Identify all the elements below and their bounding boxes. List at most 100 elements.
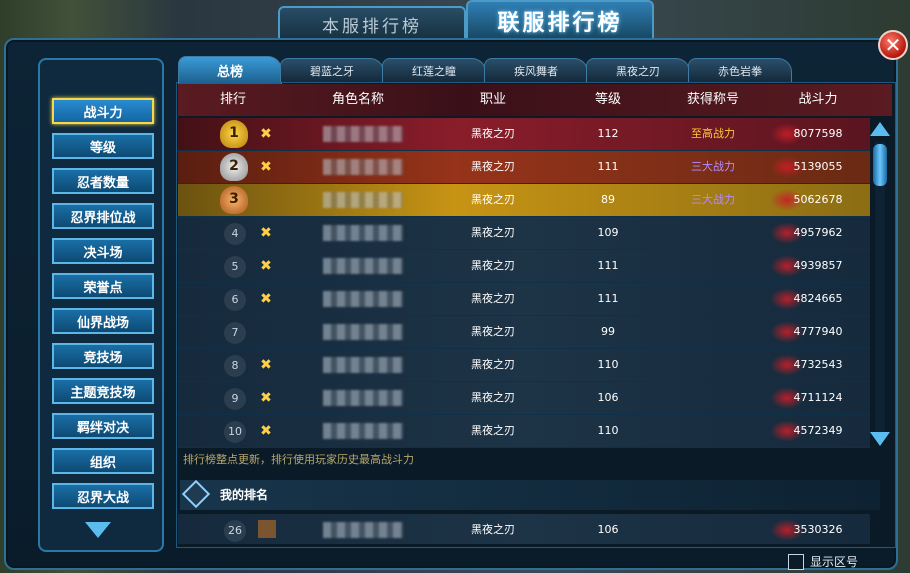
side-menu-item[interactable]: 羁绊对决 bbox=[52, 413, 154, 439]
header-title: 获得称号 bbox=[686, 92, 739, 107]
level-value: 111 bbox=[597, 259, 619, 272]
power-value: 4711124 bbox=[793, 391, 843, 404]
class-value: 黑夜之刃 bbox=[471, 292, 515, 305]
table-row[interactable]: 8 ✖ 黑夜之刃 110 4732543 bbox=[178, 349, 870, 382]
power-value: 4777940 bbox=[793, 325, 843, 338]
side-menu-item[interactable]: 忍界大战 bbox=[52, 483, 154, 509]
side-menu-item[interactable]: 主题竞技场 bbox=[52, 378, 154, 404]
close-button[interactable]: ✕ bbox=[878, 30, 908, 60]
class-value: 黑夜之刃 bbox=[471, 226, 515, 239]
table-row[interactable]: 10 ✖ 黑夜之刃 110 4572349 bbox=[178, 415, 870, 448]
class-value: 黑夜之刃 bbox=[471, 523, 515, 536]
checkbox[interactable] bbox=[788, 553, 804, 570]
side-menu-item[interactable]: 忍者数量 bbox=[52, 168, 154, 194]
crossed-blades-icon: ✖ bbox=[260, 423, 272, 439]
table-row[interactable]: 5 ✖ 黑夜之刃 111 4939857 bbox=[178, 250, 870, 283]
level-value: 110 bbox=[597, 424, 619, 437]
header-level: 等级 bbox=[594, 92, 621, 107]
class-tabs: 总榜 碧蓝之牙 红莲之瞳 疾风舞者 黑夜之刃 赤色岩拳 bbox=[178, 56, 818, 84]
side-menu-item[interactable]: 组织 bbox=[52, 448, 154, 474]
table-row[interactable]: 9 ✖ 黑夜之刃 106 4711124 bbox=[178, 382, 870, 415]
player-name-blurred bbox=[323, 324, 403, 340]
tab-class[interactable]: 疾风舞者 bbox=[484, 58, 588, 82]
avatar bbox=[258, 520, 276, 538]
player-name-blurred bbox=[323, 192, 403, 208]
class-value: 黑夜之刃 bbox=[471, 391, 515, 404]
tab-class[interactable]: 黑夜之刃 bbox=[586, 58, 690, 82]
player-name-blurred bbox=[323, 126, 403, 142]
level-value: 89 bbox=[601, 193, 615, 206]
rank-number: 8 bbox=[224, 355, 246, 377]
header-name: 角色名称 bbox=[331, 92, 384, 107]
rank-number: 6 bbox=[224, 289, 246, 311]
header-power: 战斗力 bbox=[798, 92, 838, 107]
power-value: 4732543 bbox=[793, 358, 843, 371]
my-rank-row: 26 黑夜之刃 106 3530326 bbox=[178, 514, 870, 544]
scroll-down-icon[interactable] bbox=[870, 432, 890, 446]
title-value bbox=[668, 415, 758, 447]
player-name-blurred bbox=[323, 357, 403, 373]
title-value bbox=[668, 283, 758, 315]
title-value bbox=[668, 382, 758, 414]
side-menu-item[interactable]: 忍界排位战 bbox=[52, 203, 154, 229]
tab-class[interactable]: 红莲之瞳 bbox=[382, 58, 486, 82]
class-value: 黑夜之刃 bbox=[471, 160, 515, 173]
header-rank: 排行 bbox=[219, 92, 246, 107]
rank-number: 4 bbox=[224, 223, 246, 245]
power-value: 3530326 bbox=[793, 523, 843, 536]
title-value bbox=[668, 349, 758, 381]
level-value: 106 bbox=[597, 523, 619, 536]
side-scroll-down-icon[interactable] bbox=[85, 522, 111, 538]
side-menu-item[interactable]: 仙界战场 bbox=[52, 308, 154, 334]
class-value: 黑夜之刃 bbox=[471, 424, 515, 437]
player-name-blurred bbox=[323, 258, 403, 274]
level-value: 112 bbox=[597, 127, 619, 140]
power-value: 4572349 bbox=[793, 424, 843, 437]
player-name-blurred bbox=[323, 390, 403, 406]
class-value: 黑夜之刃 bbox=[471, 325, 515, 338]
rank-number: 7 bbox=[224, 322, 246, 344]
show-zone-label: 显示区号 bbox=[810, 555, 859, 569]
level-value: 111 bbox=[597, 160, 619, 173]
table-row[interactable]: 2 ✖ 黑夜之刃 111 三大战力 5139055 bbox=[178, 151, 870, 184]
show-zone-toggle[interactable]: 显示区号 bbox=[788, 553, 858, 570]
tab-local-server-ranking[interactable]: 本服排行榜 bbox=[278, 6, 466, 40]
table-row[interactable]: 6 ✖ 黑夜之刃 111 4824665 bbox=[178, 283, 870, 316]
table-row[interactable]: 3 黑夜之刃 89 三大战力 5062678 bbox=[178, 184, 870, 217]
title-value bbox=[668, 217, 758, 249]
title-value: 至高战力 bbox=[691, 127, 735, 140]
trophy-icon: 3 bbox=[220, 186, 248, 214]
level-value: 111 bbox=[597, 292, 619, 305]
side-menu-item[interactable]: 决斗场 bbox=[52, 238, 154, 264]
table-row[interactable]: 1 ✖ 黑夜之刃 112 至高战力 8077598 bbox=[178, 118, 870, 151]
side-menu-item[interactable]: 战斗力 bbox=[52, 98, 154, 124]
crossed-blades-icon: ✖ bbox=[260, 126, 272, 142]
player-name-blurred bbox=[323, 423, 403, 439]
crossed-blades-icon: ✖ bbox=[260, 357, 272, 373]
side-menu-item[interactable]: 竞技场 bbox=[52, 343, 154, 369]
crossed-blades-icon: ✖ bbox=[260, 291, 272, 307]
tab-class[interactable]: 碧蓝之牙 bbox=[280, 58, 384, 82]
tab-union-server-ranking[interactable]: 联服排行榜 bbox=[466, 0, 654, 40]
side-menu-item[interactable]: 等级 bbox=[52, 133, 154, 159]
tab-class[interactable]: 赤色岩拳 bbox=[688, 58, 792, 82]
class-value: 黑夜之刃 bbox=[471, 358, 515, 371]
table-row[interactable]: 4 ✖ 黑夜之刃 109 4957962 bbox=[178, 217, 870, 250]
side-menu-item[interactable]: 荣誉点 bbox=[52, 273, 154, 299]
level-value: 109 bbox=[597, 226, 619, 239]
scroll-up-icon[interactable] bbox=[870, 122, 890, 136]
level-value: 99 bbox=[601, 325, 615, 338]
update-note: 排行榜整点更新，排行使用玩家历史最高战斗力 bbox=[183, 453, 414, 466]
table-row[interactable]: 7 黑夜之刃 99 4777940 bbox=[178, 316, 870, 349]
rank-number: 5 bbox=[224, 256, 246, 278]
crossed-blades-icon: ✖ bbox=[260, 390, 272, 406]
side-menu: 战斗力等级忍者数量忍界排位战决斗场荣誉点仙界战场竞技场主题竞技场羁绊对决组织忍界… bbox=[38, 58, 164, 552]
scrollbar-thumb[interactable] bbox=[873, 144, 887, 186]
player-name-blurred bbox=[323, 522, 403, 538]
header-class: 职业 bbox=[479, 92, 506, 107]
rank-number: 9 bbox=[224, 388, 246, 410]
tab-class[interactable]: 总榜 bbox=[178, 56, 282, 84]
rank-number: 10 bbox=[224, 421, 246, 443]
scrollbar-track[interactable] bbox=[875, 142, 885, 436]
title-value: 三大战力 bbox=[691, 193, 735, 206]
